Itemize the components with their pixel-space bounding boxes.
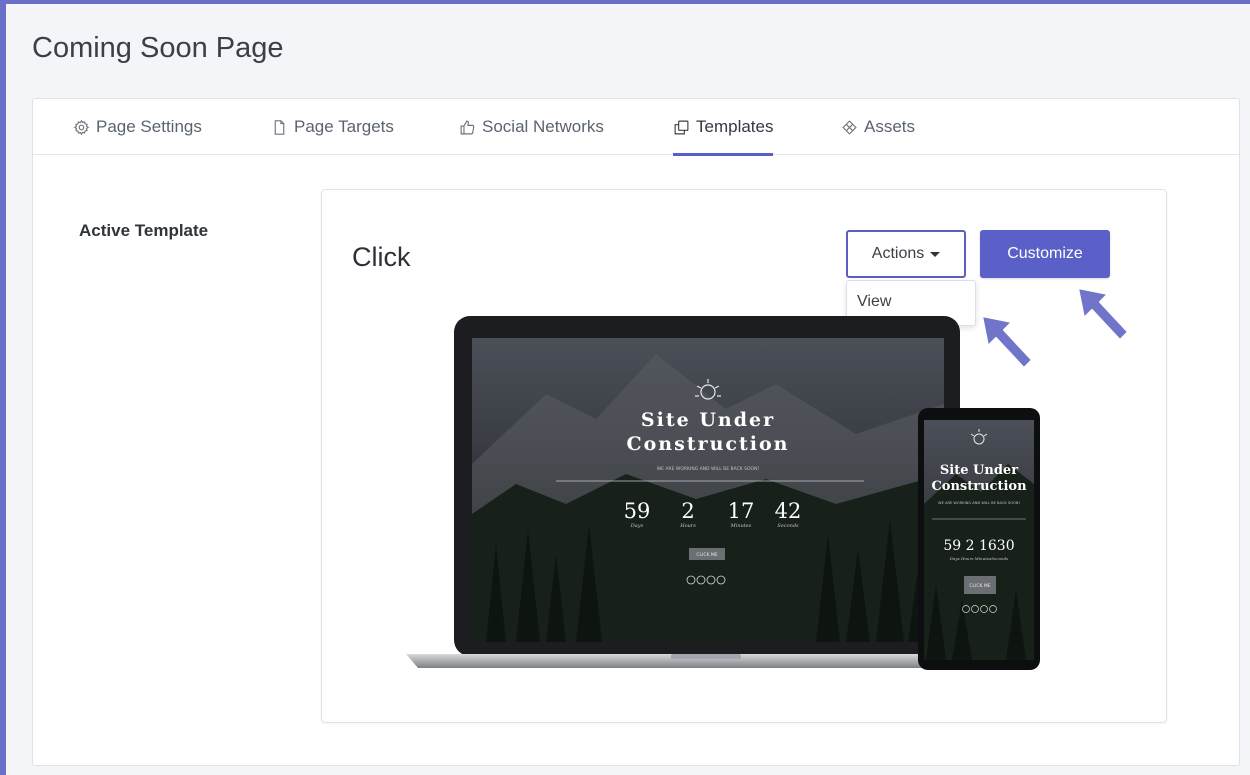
assets-icon xyxy=(842,119,857,135)
phone-cta-label: CLICK ME xyxy=(969,583,990,589)
template-preview-image: Site Under Construction WE ARE WORKING A… xyxy=(406,316,1040,670)
laptop-tagline: WE ARE WORKING AND WILL BE BACK SOON! xyxy=(657,466,760,472)
laptop-count-minutes: 17 xyxy=(728,499,755,523)
page-icon xyxy=(274,119,285,135)
tab-label: Assets xyxy=(864,117,916,136)
pointer-arrow-icon xyxy=(981,315,1033,369)
phone-heading-line2: Construction xyxy=(931,479,1027,494)
tab-label: Page Targets xyxy=(294,117,394,136)
phone-heading-line1: Site Under xyxy=(940,463,1018,478)
phone-countdown: 59 2 1630 xyxy=(943,538,1014,554)
tab-label: Templates xyxy=(696,117,774,136)
active-template-label: Active Template xyxy=(79,221,209,240)
laptop-heading-line1: Site Under xyxy=(641,409,775,431)
gear-icon xyxy=(73,119,90,135)
tab-label: Social Networks xyxy=(482,117,604,136)
template-name: Click xyxy=(352,242,411,272)
laptop-count-hours: 2 xyxy=(681,499,694,523)
tab-assets[interactable]: Assets xyxy=(841,99,915,155)
tab-social-networks[interactable]: Social Networks xyxy=(459,99,604,155)
actions-label: Actions xyxy=(871,245,925,262)
laptop-count-days: 59 xyxy=(624,499,651,523)
dropdown-item-view[interactable]: View xyxy=(857,293,891,311)
laptop-unit-hours: Hours xyxy=(679,523,696,529)
laptop-cta-label: CLICK ME xyxy=(696,552,717,558)
pointer-arrow-icon xyxy=(1077,287,1129,341)
app-frame: Coming Soon Page Page Settings Page Targ… xyxy=(0,0,1250,775)
laptop-unit-days: Days xyxy=(630,523,644,529)
laptop-unit-minutes: Minutes xyxy=(730,523,752,529)
tab-bar: Page Settings Page Targets Social Networ… xyxy=(33,99,1239,156)
page-title: Coming Soon Page xyxy=(32,32,284,64)
phone-tagline: WE ARE WORKING AND WILL BE BACK SOON! xyxy=(938,501,1020,505)
phone-countdown-units: Days Hours MinutesSeconds xyxy=(949,556,1008,561)
customize-button[interactable]: Customize xyxy=(980,230,1110,278)
thumbs-up-icon xyxy=(460,120,475,134)
tab-label: Page Settings xyxy=(96,117,202,136)
tab-page-targets[interactable]: Page Targets xyxy=(271,99,394,155)
actions-button[interactable]: Actions xyxy=(846,230,966,278)
laptop-unit-seconds: Seconds xyxy=(777,523,799,529)
copy-icon xyxy=(674,120,689,134)
tab-page-settings[interactable]: Page Settings xyxy=(73,99,202,155)
caret-down-icon xyxy=(930,251,941,257)
tab-templates[interactable]: Templates xyxy=(673,99,774,156)
laptop-count-seconds: 42 xyxy=(775,499,802,523)
laptop-heading-line2: Construction xyxy=(627,433,790,455)
